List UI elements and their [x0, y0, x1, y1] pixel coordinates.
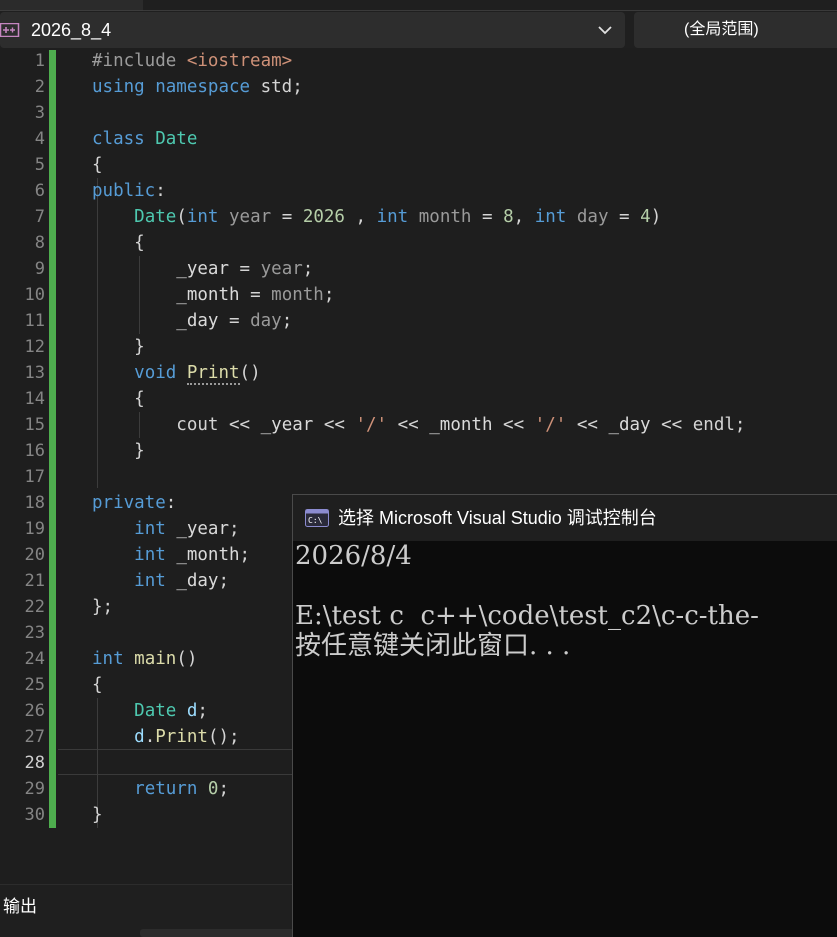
- line-number: 27: [24, 727, 45, 747]
- change-tracking-bar: [49, 50, 56, 828]
- code-line[interactable]: int _month;: [92, 542, 250, 568]
- code-line[interactable]: };: [92, 594, 113, 620]
- code-line[interactable]: _year = year;: [92, 256, 313, 282]
- line-number: 11: [24, 311, 45, 331]
- console-line: 按任意键关闭此窗口. . .: [295, 631, 571, 661]
- code-line[interactable]: {: [92, 152, 103, 178]
- console-app-icon: C:\: [305, 509, 329, 527]
- line-number: 20: [24, 545, 45, 565]
- line-number: 2: [34, 77, 45, 97]
- line-number: 5: [34, 155, 45, 175]
- line-number: 14: [24, 389, 45, 409]
- code-line[interactable]: }: [92, 438, 145, 464]
- line-number: 30: [24, 805, 45, 825]
- line-number: 28: [24, 753, 45, 773]
- line-number: 12: [24, 337, 45, 357]
- line-number: 9: [34, 259, 45, 279]
- line-number: 4: [34, 129, 45, 149]
- code-line[interactable]: cout << _year << '/' << _month << '/' <<…: [92, 412, 745, 438]
- code-line[interactable]: {: [92, 230, 145, 256]
- code-line[interactable]: }: [92, 802, 103, 828]
- line-number: 7: [34, 207, 45, 227]
- line-number: 18: [24, 493, 45, 513]
- navigation-bar: 2026_8_4 (全局范围): [0, 12, 837, 48]
- code-line[interactable]: {: [92, 672, 103, 698]
- chevron-down-icon[interactable]: [598, 25, 612, 35]
- code-line[interactable]: _day = day;: [92, 308, 292, 334]
- console-titlebar[interactable]: C:\ 选择 Microsoft Visual Studio 调试控制台: [293, 495, 837, 541]
- code-line[interactable]: #include <iostream>: [92, 48, 292, 74]
- project-dropdown[interactable]: 2026_8_4: [0, 12, 625, 48]
- document-tab-strip: [0, 0, 837, 12]
- code-line[interactable]: public:: [92, 178, 166, 204]
- line-number: 17: [24, 467, 45, 487]
- debug-console-window[interactable]: C:\ 选择 Microsoft Visual Studio 调试控制台 202…: [292, 494, 837, 937]
- code-line[interactable]: }: [92, 334, 145, 360]
- console-line: E:\test c c++\code\test_c2\c-c-the-: [295, 601, 759, 631]
- svg-text:C:\: C:\: [308, 516, 323, 525]
- line-number: 8: [34, 233, 45, 253]
- code-line[interactable]: private:: [92, 490, 176, 516]
- line-number-gutter: 1 2 3 4 5 6 7 8 9 10 11 12 13 14 15 16 17 18 19 20 21 22 23 24 2…: [0, 48, 48, 838]
- line-number: 26: [24, 701, 45, 721]
- console-title: 选择 Microsoft Visual Studio 调试控制台: [338, 508, 657, 528]
- code-line[interactable]: int _day;: [92, 568, 229, 594]
- line-number: 1: [34, 51, 45, 71]
- output-tab[interactable]: 输出: [3, 897, 37, 917]
- tab-strip-divider: [143, 10, 837, 11]
- line-number: 22: [24, 597, 45, 617]
- console-line: 2026/8/4: [295, 541, 412, 571]
- line-number: 25: [24, 675, 45, 695]
- code-line[interactable]: class Date: [92, 126, 197, 152]
- code-line[interactable]: {: [92, 386, 145, 412]
- line-number: 21: [24, 571, 45, 591]
- project-name: 2026_8_4: [31, 20, 112, 40]
- project-file-icon: [0, 23, 20, 37]
- code-line[interactable]: d.Print();: [92, 724, 239, 750]
- line-number: 10: [24, 285, 45, 305]
- line-number: 3: [34, 103, 45, 123]
- scope-dropdown[interactable]: (全局范围): [634, 12, 837, 48]
- line-number: 6: [34, 181, 45, 201]
- code-line[interactable]: using namespace std;: [92, 74, 303, 100]
- line-number: 16: [24, 441, 45, 461]
- line-number: 24: [24, 649, 45, 669]
- line-number: 19: [24, 519, 45, 539]
- code-line[interactable]: void Print(): [92, 360, 261, 386]
- line-number: 23: [24, 623, 45, 643]
- scope-label: (全局范围): [684, 21, 759, 38]
- console-output: 2026/8/4 E:\test c c++\code\test_c2\c-c-…: [295, 541, 837, 937]
- document-tab[interactable]: [0, 0, 143, 11]
- line-number: 29: [24, 779, 45, 799]
- code-line[interactable]: Date d;: [92, 698, 208, 724]
- code-line[interactable]: Date(int year = 2026 , int month = 8, in…: [92, 204, 661, 230]
- code-line[interactable]: return 0;: [92, 776, 229, 802]
- code-line[interactable]: int main(): [92, 646, 197, 672]
- code-line[interactable]: int _year;: [92, 516, 239, 542]
- line-number: 15: [24, 415, 45, 435]
- line-number: 13: [24, 363, 45, 383]
- code-line[interactable]: _month = month;: [92, 282, 334, 308]
